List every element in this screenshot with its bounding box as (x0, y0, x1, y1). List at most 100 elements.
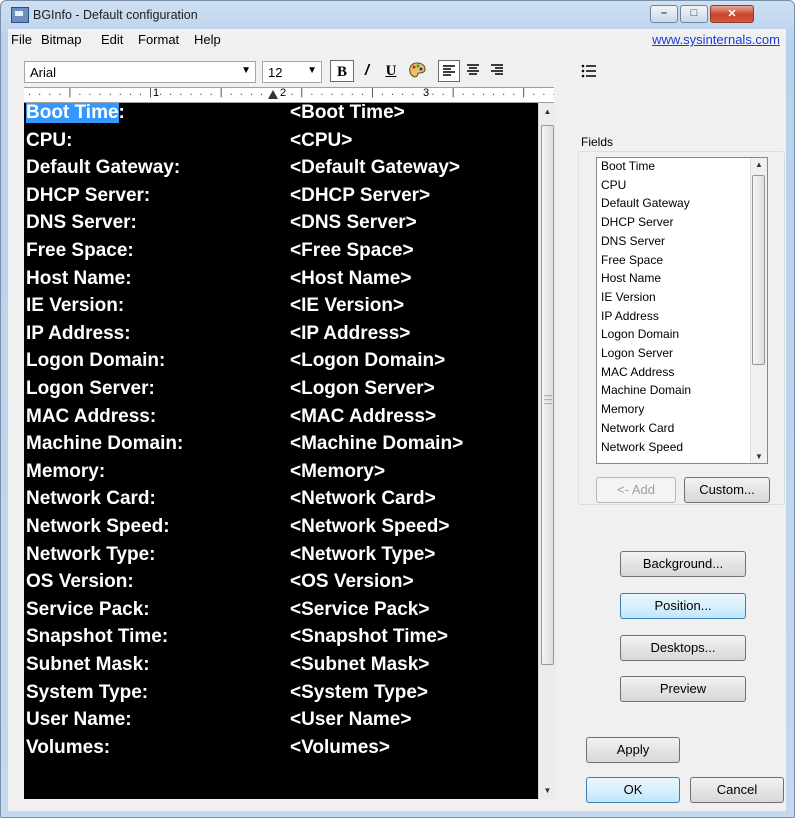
tab-stop-marker[interactable] (268, 90, 278, 99)
list-item[interactable]: Logon Domain (601, 327, 679, 341)
field-placeholder: <System Type> (290, 681, 429, 703)
maximize-icon: □ (690, 7, 698, 19)
label-colon: : (118, 103, 125, 123)
custom-field-button[interactable]: Custom... (684, 477, 770, 503)
field-placeholder: <Network Type> (290, 543, 436, 565)
field-placeholder: <Network Card> (290, 488, 436, 510)
list-item[interactable]: Default Gateway (601, 196, 690, 210)
field-label: Snapshot Time: (26, 626, 169, 648)
field-label: DHCP Server: (26, 184, 151, 206)
close-button[interactable]: ✕ (710, 5, 754, 23)
color-palette-icon[interactable] (404, 60, 430, 82)
scroll-down-arrow-icon[interactable]: ▼ (751, 452, 767, 461)
preview-button[interactable]: Preview (620, 676, 746, 702)
underline-icon[interactable]: U (380, 60, 402, 82)
scroll-up-arrow-icon[interactable]: ▲ (751, 160, 767, 169)
field-label: Logon Server: (26, 378, 155, 399)
field-label: Service Pack: (26, 598, 150, 620)
list-item[interactable]: Logon Server (601, 346, 673, 360)
field-label: MAC Address: (26, 405, 157, 427)
field-label: Machine Domain: (26, 433, 184, 455)
field-placeholder: <Snapshot Time> (290, 626, 449, 648)
field-label: System Type: (26, 681, 149, 703)
field-label: Boot Time: (26, 103, 125, 124)
field-placeholder: <Network Speed> (290, 516, 450, 537)
field-placeholder: <Boot Time> (290, 103, 405, 123)
minimize-icon: – (660, 7, 668, 19)
fields-list-scrollbar[interactable]: ▲ ▼ (750, 158, 767, 463)
field-placeholder: <IP Address> (290, 322, 411, 344)
field-label: Network Type: (26, 543, 156, 565)
editor-scrollbar[interactable]: ▲ — — — ▼ (538, 103, 556, 799)
list-item[interactable]: DNS Server (601, 234, 665, 248)
bulleted-list-icon[interactable] (578, 60, 600, 82)
font-select[interactable]: Arial ▼ (24, 61, 256, 83)
list-item[interactable]: Network Card (601, 421, 674, 435)
field-placeholder: <MAC Address> (290, 405, 437, 427)
close-icon: ✕ (727, 8, 737, 20)
field-placeholder: <Host Name> (290, 267, 412, 289)
fields-list[interactable]: Network Speed Network Card Memory Machine D… (596, 157, 768, 464)
ruler[interactable]: . . . . | . . . . . . . | . . . . . . | … (24, 87, 554, 103)
minimize-button[interactable]: – (650, 5, 678, 23)
title-bar[interactable]: BGInfo - Default configuration – □ ✕ (1, 1, 794, 29)
field-placeholder: <User Name> (290, 709, 412, 731)
chevron-down-icon: ▼ (241, 65, 251, 76)
menu-format[interactable]: Format (138, 32, 179, 47)
maximize-button[interactable]: □ (680, 5, 708, 23)
field-label: IP Address: (26, 322, 131, 344)
field-label: OS Version: (26, 571, 134, 593)
field-placeholder: <Volumes> (290, 736, 390, 758)
sysinternals-link[interactable]: www.sysinternals.com (652, 32, 780, 47)
template-editor[interactable]: Boot Time: <Boot Time> CPU: <CPU> Default Ga… (24, 103, 538, 799)
scroll-up-arrow-icon[interactable]: ▲ (539, 103, 556, 120)
font-size-value: 12 (268, 65, 283, 80)
font-size-select[interactable]: 12 ▼ (262, 61, 322, 83)
window-title: BGInfo - Default configuration (33, 8, 198, 22)
field-placeholder: <Subnet Mask> (290, 654, 430, 675)
field-label: Subnet Mask: (26, 654, 150, 675)
list-item[interactable]: Machine Domain (601, 383, 691, 397)
field-label: Network Card: (26, 488, 156, 510)
field-placeholder: <Memory> (290, 460, 386, 482)
italic-icon[interactable]: / (356, 60, 378, 82)
field-label: Free Space: (26, 240, 134, 261)
field-label: User Name: (26, 709, 132, 731)
field-placeholder: <Machine Domain> (290, 433, 464, 455)
desktops-button[interactable]: Desktops... (620, 635, 746, 661)
list-item[interactable]: MAC Address (601, 365, 674, 379)
add-field-button[interactable]: <- Add (596, 477, 676, 503)
list-item[interactable]: IP Address (601, 309, 659, 323)
scroll-down-arrow-icon[interactable]: ▼ (539, 782, 556, 799)
list-item[interactable]: CPU (601, 178, 626, 192)
list-item[interactable]: IE Version (601, 290, 656, 304)
position-button[interactable]: Position... (620, 593, 746, 619)
ok-button[interactable]: OK (586, 777, 680, 803)
list-item[interactable]: DHCP Server (601, 215, 673, 229)
apply-button[interactable]: Apply (586, 737, 680, 763)
align-right-icon[interactable] (486, 60, 508, 82)
client-area: File Bitmap Edit Format Help www.sysinte… (8, 29, 786, 811)
background-button[interactable]: Background... (620, 551, 746, 577)
bold-icon[interactable]: B (330, 60, 354, 82)
menu-bitmap[interactable]: Bitmap (41, 32, 81, 47)
cancel-button[interactable]: Cancel (690, 777, 784, 803)
fields-scroll-thumb[interactable] (752, 175, 765, 365)
align-left-icon[interactable] (438, 60, 460, 82)
menu-edit[interactable]: Edit (101, 32, 123, 47)
menu-help[interactable]: Help (194, 32, 221, 47)
field-placeholder: <Logon Domain> (290, 350, 446, 372)
menu-file[interactable]: File (11, 32, 32, 47)
field-label: Volumes: (26, 736, 111, 758)
field-placeholder: <Service Pack> (290, 598, 430, 620)
field-label: Network Speed: (26, 516, 170, 537)
align-center-icon[interactable] (462, 60, 484, 82)
list-item[interactable]: Network Speed (601, 440, 683, 454)
list-item[interactable]: Host Name (601, 271, 661, 285)
list-item[interactable]: Boot Time (601, 159, 655, 173)
editor-scroll-thumb[interactable]: — — — (541, 125, 554, 665)
font-value: Arial (30, 65, 57, 80)
list-item[interactable]: Free Space (601, 253, 663, 267)
field-placeholder: <Free Space> (290, 240, 414, 261)
list-item[interactable]: Memory (601, 402, 644, 416)
